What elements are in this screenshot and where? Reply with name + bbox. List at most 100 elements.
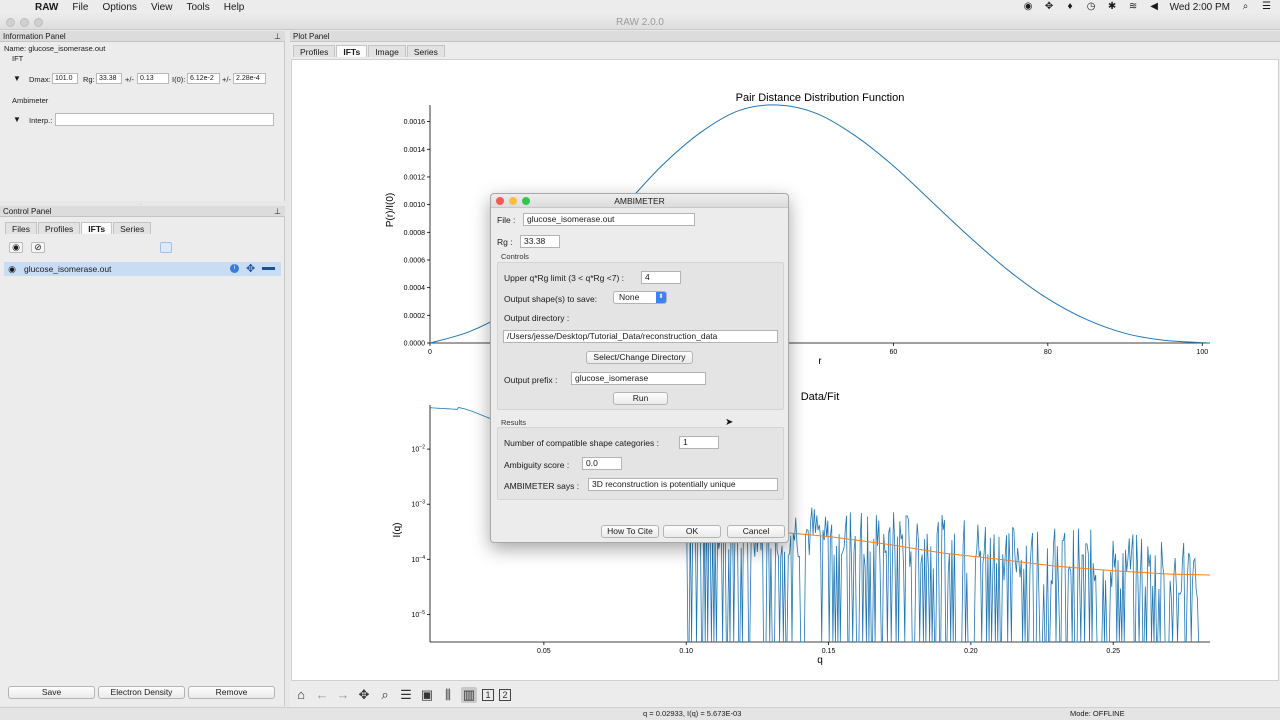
zoom-icon[interactable]: ⌕ [377,687,393,703]
pr-y-tick-label: 0.0004 [404,285,426,292]
datafit-y-tick-label: 10−4 [412,555,426,564]
shape-categories-field[interactable]: 1 [679,436,719,449]
electron-density-button[interactable]: Electron Density [98,686,185,699]
cursor-coordinates: q = 0.02933, I(q) = 5.673E-03 [643,709,742,718]
output-shape-select[interactable]: None ⬍ [613,291,667,304]
ok-button[interactable]: OK [663,525,721,538]
axes-settings-icon[interactable]: ⫼ [440,687,456,703]
pin-icon[interactable]: ⊥ [274,31,281,42]
tab-ifts[interactable]: IFTs [81,222,113,234]
cancel-button[interactable]: Cancel [727,525,785,538]
notification-center-icon[interactable]: ☰ [1261,2,1272,12]
hide-all-eye-icon[interactable]: ⊘ [31,242,45,253]
pr-y-tick-label: 0.0012 [404,174,426,181]
plot-2-icon[interactable]: 2 [499,689,511,701]
zoom-window-button[interactable] [34,18,43,27]
save-figure-icon[interactable]: ▣ [419,687,435,703]
pr-y-tick-label: 0.0006 [404,257,426,264]
dropbox-icon[interactable]: ✥ [1044,2,1055,12]
list-item[interactable]: ◉ glucose_isomerase.out i ✥ [4,262,281,276]
name-label: Name: [4,44,27,53]
record-icon[interactable]: ◉ [1023,2,1034,12]
pan-icon[interactable]: ✥ [356,687,372,703]
how-to-cite-button[interactable]: How To Cite [601,525,659,538]
menu-options[interactable]: Options [95,2,143,13]
home-icon[interactable]: ⌂ [293,687,309,703]
collapse-icon[interactable] [262,267,275,270]
list-item-label: glucose_isomerase.out [24,264,112,274]
dialog-minimize-button[interactable] [509,197,517,205]
qrg-limit-field[interactable]: 4 [641,271,681,284]
rg-error-field[interactable]: 0.13 [137,73,169,84]
menu-file[interactable]: File [65,2,95,13]
ambimeter-says-field[interactable]: 3D reconstruction is potentially unique [588,478,778,491]
i0-error-field[interactable]: 2.28e-4 [233,73,266,84]
pin-icon[interactable]: ⊥ [274,206,281,217]
menu-help[interactable]: Help [217,2,252,13]
forward-arrow-icon[interactable]: → [335,687,351,703]
i0-label: I(0): [172,75,186,84]
dmax-field[interactable]: 101.0 [52,73,78,84]
info-icon[interactable]: i [230,264,239,273]
both-plots-icon[interactable]: ▥ [461,687,477,703]
menu-tools[interactable]: Tools [179,2,216,13]
tab-profiles[interactable]: Profiles [37,222,81,234]
i0-field[interactable]: 6.12e-2 [187,73,220,84]
move-icon[interactable]: ✥ [246,262,255,276]
interp-field[interactable] [55,113,274,126]
minimize-window-button[interactable] [20,18,29,27]
control-panel-header: Control Panel ⊥ [0,206,285,217]
tab-files[interactable]: Files [5,222,37,234]
mode-status: Mode: OFFLINE [1070,709,1125,718]
datafit-ylabel: I(q) [392,523,403,538]
menu-view[interactable]: View [144,2,180,13]
menu-raw[interactable]: RAW [28,2,65,13]
statusbar: q = 0.02933, I(q) = 5.673E-03 Mode: OFFL… [0,707,1280,720]
volume-icon[interactable]: ◀ [1149,2,1160,12]
output-prefix-label: Output prefix : [504,375,558,385]
tab-plot-image[interactable]: Image [368,45,406,57]
pr-y-tick-label: 0.0010 [404,202,426,209]
remove-button[interactable]: Remove [188,686,275,699]
tab-plot-series[interactable]: Series [406,45,445,57]
controls-group-label: Controls [501,252,529,261]
drop-icon[interactable]: ♦ [1065,2,1076,12]
dialog-titlebar: AMBIMETER [491,194,788,208]
datafit-xlabel: q [817,655,823,666]
output-directory-field[interactable]: /Users/jesse/Desktop/Tutorial_Data/recon… [503,330,778,343]
collapse-ift-icon[interactable]: ▼ [13,74,21,83]
dialog-zoom-button[interactable] [522,197,530,205]
menubar-clock[interactable]: Wed 2:00 PM [1170,2,1230,13]
save-button[interactable]: Save [8,686,95,699]
output-prefix-field[interactable]: glucose_isomerase [571,372,706,385]
close-window-button[interactable] [6,18,15,27]
configure-subplots-icon[interactable]: ☰ [398,687,414,703]
select-all-checkbox[interactable] [160,242,172,253]
dialog-close-button[interactable] [496,197,504,205]
show-all-eye-icon[interactable]: ◉ [9,242,23,253]
datafit-y-tick-label: 10−3 [412,500,426,509]
tab-plot-ifts[interactable]: IFTs [336,45,368,57]
plot-1-icon[interactable]: 1 [482,689,494,701]
ift-section-label: IFT [12,54,24,63]
collapse-ambimeter-icon[interactable]: ▼ [13,115,21,124]
rg-field[interactable]: 33.38 [96,73,122,84]
select-chevron-icon: ⬍ [656,292,666,303]
visibility-eye-icon[interactable]: ◉ [4,264,20,275]
information-panel-title: Information Panel [3,32,66,41]
select-directory-button[interactable]: Select/Change Directory [586,351,693,364]
qrg-limit-label: Upper q*Rg limit (3 < q*Rg <7) : [504,273,624,283]
tab-series[interactable]: Series [113,222,152,234]
back-arrow-icon[interactable]: ← [314,687,330,703]
pr-x-tick-label: 0 [428,349,432,356]
rg-field[interactable]: 33.38 [520,235,560,248]
time-machine-icon[interactable]: ◷ [1086,2,1097,12]
wifi-icon[interactable]: ≋ [1128,2,1139,12]
pr-y-tick-label: 0.0014 [404,147,426,154]
run-button[interactable]: Run [613,392,668,405]
search-icon[interactable]: ⌕ [1240,2,1251,12]
ambiguity-score-field[interactable]: 0.0 [582,457,622,470]
bluetooth-icon[interactable]: ✱ [1107,2,1118,12]
tab-plot-profiles[interactable]: Profiles [293,45,336,57]
file-field[interactable]: glucose_isomerase.out [523,213,695,226]
